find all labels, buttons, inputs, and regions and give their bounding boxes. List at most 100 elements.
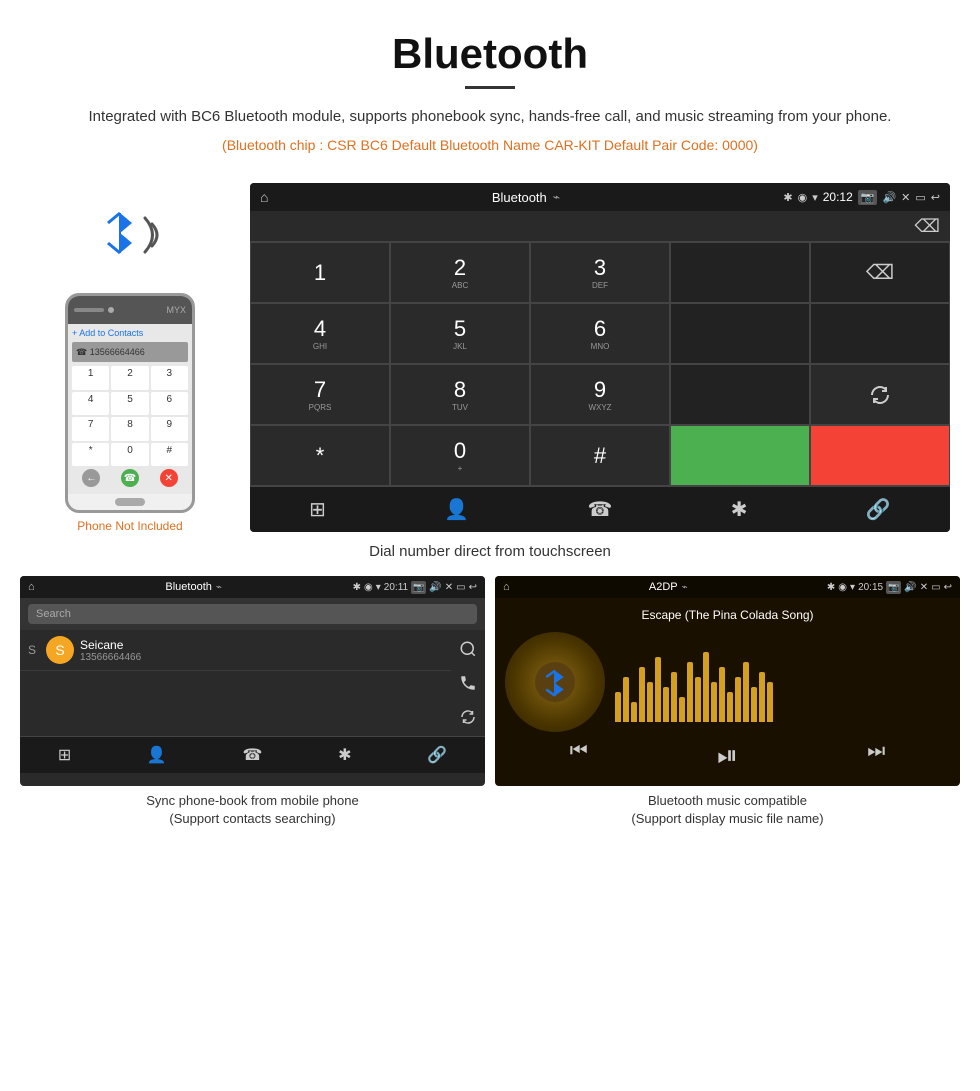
phone-key-1: 1 — [72, 366, 109, 390]
phonebook-search-input[interactable]: Search — [28, 604, 477, 624]
phone-key-6: 6 — [151, 392, 188, 416]
album-art-inner — [535, 662, 575, 702]
dial-key-refresh[interactable] — [810, 364, 950, 425]
prev-track-button[interactable]: ⏮ — [570, 740, 588, 772]
dial-key-4[interactable]: 4 GHI — [250, 303, 390, 364]
dial-key-5[interactable]: 5 JKL — [390, 303, 530, 364]
next-track-button[interactable]: ⏭ — [867, 740, 885, 772]
music-screen-icon: ▭ — [931, 582, 940, 593]
viz-bar — [767, 682, 773, 722]
dialpad-display: ⌫ — [250, 211, 950, 241]
back-status-icon: ↩ — [931, 191, 940, 204]
dial-key-3[interactable]: 3 DEF — [530, 242, 670, 303]
camera-status-icon: 📷 — [858, 190, 878, 205]
dial-key-0[interactable]: 0 + — [390, 425, 530, 486]
phonebook-caption: Sync phone-book from mobile phone(Suppor… — [20, 786, 485, 828]
location-status-icon: ◉ — [798, 191, 808, 204]
backspace-icon[interactable]: ⌫ — [915, 216, 940, 237]
contact-number: 13566664466 — [80, 652, 443, 663]
viz-bar — [679, 697, 685, 722]
call-red-icon — [867, 443, 893, 469]
dial-5-sub: JKL — [453, 342, 467, 351]
search-side-icon[interactable] — [459, 640, 477, 658]
nav-apps-icon[interactable]: ⊞ — [309, 497, 326, 522]
dial-key-call[interactable] — [670, 425, 810, 486]
pb-nav-contacts[interactable]: 👤 — [147, 745, 167, 765]
dial-key-1[interactable]: 1 — [250, 242, 390, 303]
dial-key-6[interactable]: 6 MNO — [530, 303, 670, 364]
dial-key-star[interactable]: * — [250, 425, 390, 486]
viz-bar — [711, 682, 717, 722]
dial-hash-main: # — [594, 443, 606, 469]
app-name-label: Bluetooth — [492, 190, 547, 205]
dial-key-empty-1 — [670, 242, 810, 303]
android-dialpad-screen: ⌂ Bluetooth ⌁ ✱ ◉ ▾ 20:12 📷 🔊 ✕ ▭ ↩ ⌫ — [250, 183, 950, 532]
phone-not-included-label: Phone Not Included — [77, 519, 182, 533]
phone-key-2: 2 — [111, 366, 148, 390]
pb-nav-link[interactable]: 🔗 — [427, 745, 447, 765]
pb-nav-apps[interactable]: ⊞ — [58, 745, 71, 765]
viz-bar — [631, 702, 637, 722]
dial-key-7[interactable]: 7 PQRS — [250, 364, 390, 425]
pb-nav-bt[interactable]: ✱ — [338, 745, 351, 765]
phone-side-icon[interactable] — [459, 674, 477, 692]
phone-camera-dot — [108, 307, 114, 313]
viz-bar — [655, 657, 661, 722]
dial-7-sub: PQRS — [309, 403, 332, 412]
phonebook-android-screen: ⌂ Bluetooth ⌁ ✱ ◉ ▾ 20:11 📷 🔊 ✕ ▭ ↩ — [20, 576, 485, 786]
usb-icon: ⌁ — [553, 190, 560, 204]
pb-signal-icon: ▾ — [376, 582, 381, 593]
dialpad-grid: 1 2 ABC 3 DEF ⌫ 4 GHI 5 JKL — [250, 241, 950, 486]
refresh-side-icon[interactable] — [459, 708, 477, 726]
dial-star-main: * — [316, 443, 325, 469]
phone-key-3: 3 — [151, 366, 188, 390]
pb-usb-icon: ⌁ — [216, 582, 222, 593]
viz-bar — [751, 687, 757, 722]
dial-4-main: 4 — [314, 316, 326, 342]
phone-bottom-buttons: ← ☎ ✕ — [72, 466, 188, 490]
dial-key-2[interactable]: 2 ABC — [390, 242, 530, 303]
dial-2-sub: ABC — [452, 281, 468, 290]
pb-nav-calls[interactable]: ☎ — [243, 745, 263, 765]
dial-key-9[interactable]: 9 WXYZ — [530, 364, 670, 425]
viz-bar — [743, 662, 749, 722]
description-text: Integrated with BC6 Bluetooth module, su… — [60, 105, 920, 129]
nav-contacts-icon[interactable]: 👤 — [444, 497, 469, 522]
pb-bt-icon: ✱ — [353, 582, 361, 593]
pb-app-name: Bluetooth — [165, 581, 211, 593]
search-placeholder: Search — [36, 608, 71, 620]
dial-key-end[interactable] — [810, 425, 950, 486]
contact-info: Seicane 13566664466 — [80, 638, 443, 663]
dial-key-hash[interactable]: # — [530, 425, 670, 486]
nav-bluetooth-icon[interactable]: ✱ — [731, 497, 748, 522]
music-time: 20:15 — [858, 582, 883, 593]
dial-key-empty-4 — [670, 364, 810, 425]
play-pause-button[interactable]: ⏯ — [717, 740, 738, 772]
phone-btn-call: ☎ — [121, 469, 139, 487]
pb-status-right: ✱ ◉ ▾ 20:11 📷 🔊 ✕ ▭ ↩ — [353, 581, 477, 594]
music-status-center: A2DP ⌁ — [649, 581, 688, 593]
phone-key-4: 4 — [72, 392, 109, 416]
dial-key-8[interactable]: 8 TUV — [390, 364, 530, 425]
backspace-dialpad-icon: ⌫ — [866, 260, 894, 285]
pb-close-icon: ✕ — [445, 582, 453, 593]
phone-key-star: * — [72, 443, 109, 467]
volume-status-icon: 🔊 — [882, 191, 896, 204]
phone-dialpad: 1 2 3 4 5 6 7 8 9 * 0 # — [72, 366, 188, 466]
phonebook-contact-row[interactable]: S S Seicane 13566664466 — [20, 630, 451, 671]
phone-mockup: MYX +Add to Contacts ☎ 13566664466 1 2 3… — [65, 293, 195, 513]
pb-location-icon: ◉ — [364, 582, 373, 593]
status-time: 20:12 — [823, 190, 853, 204]
nav-link-icon[interactable]: 🔗 — [866, 497, 891, 522]
phonebook-content: S S Seicane 13566664466 — [20, 630, 485, 736]
dial-6-main: 6 — [594, 316, 606, 342]
dial-5-main: 5 — [454, 316, 466, 342]
phonebook-screen-item: ⌂ Bluetooth ⌁ ✱ ◉ ▾ 20:11 📷 🔊 ✕ ▭ ↩ — [20, 576, 485, 828]
middle-section: MYX +Add to Contacts ☎ 13566664466 1 2 3… — [0, 183, 980, 533]
viz-bar — [647, 682, 653, 722]
dial-3-sub: DEF — [592, 281, 608, 290]
nav-calls-icon[interactable]: ☎ — [588, 497, 613, 522]
status-center: Bluetooth ⌁ — [492, 190, 560, 205]
dial-key-backspace[interactable]: ⌫ — [810, 242, 950, 303]
screen-status-icon: ▭ — [915, 191, 925, 204]
